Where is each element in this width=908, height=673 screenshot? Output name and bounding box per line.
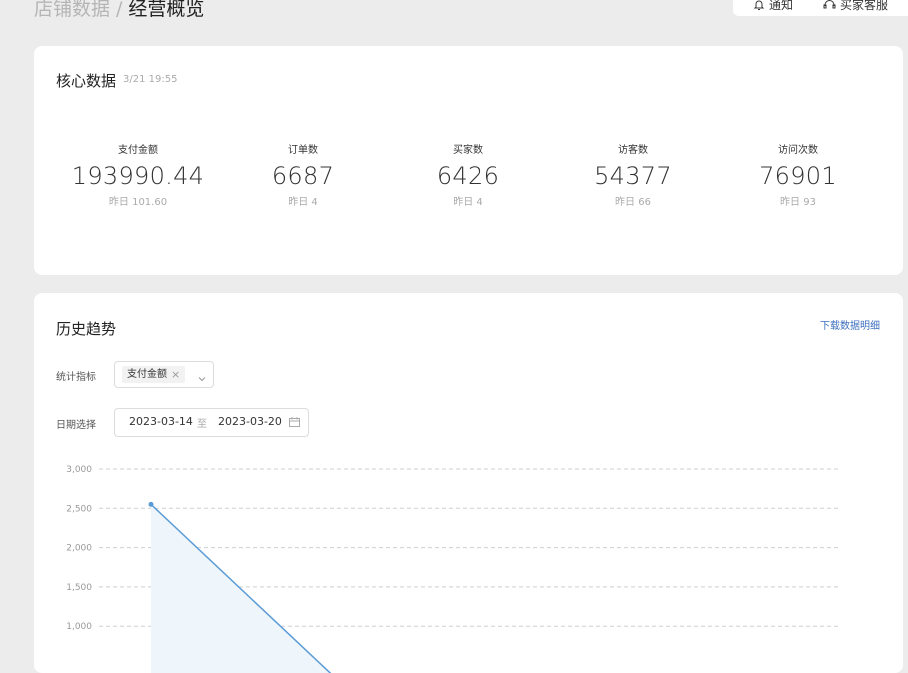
buyer-service-button[interactable]: 买家客服 <box>823 0 888 13</box>
metric-value: 6426 <box>436 162 500 190</box>
indicator-tag: 支付金额 × <box>122 366 186 383</box>
notice-button[interactable]: 通知 <box>753 0 793 13</box>
core-data-card: 核心数据 3/21 19:55 支付金额 193990.44 昨日 101.60… <box>34 46 903 275</box>
y-tick-label: 2,500 <box>66 504 92 514</box>
date-separator: 至 <box>197 419 207 430</box>
calendar-icon[interactable] <box>289 417 300 430</box>
indicator-label: 统计指标 <box>56 372 96 383</box>
metric-order-count: 订单数 6687 昨日 4 <box>223 144 383 210</box>
buyer-service-label: 买家客服 <box>840 0 889 12</box>
indicator-tag-label: 支付金额 <box>127 369 167 380</box>
metric-yesterday: 昨日 93 <box>780 197 816 208</box>
indicator-select[interactable]: 支付金额 × <box>114 361 214 388</box>
metric-buyer-count: 买家数 6426 昨日 4 <box>388 144 548 210</box>
metric-label: 支付金额 <box>118 145 158 156</box>
series-area <box>151 504 331 673</box>
date-start-input[interactable]: 2023-03-14 <box>129 415 193 428</box>
data-point[interactable] <box>148 501 154 507</box>
date-end-input[interactable]: 2023-03-20 <box>218 415 282 428</box>
metric-yesterday: 昨日 101.60 <box>108 197 168 208</box>
notice-label: 通知 <box>769 0 794 12</box>
metric-value: 76901 <box>759 162 837 190</box>
breadcrumb-separator: / <box>116 0 123 20</box>
metric-visitor-count: 访客数 54377 昨日 66 <box>553 144 713 210</box>
metric-value: 6687 <box>271 162 335 190</box>
breadcrumb: 店铺数据 / 经营概览 <box>34 0 204 24</box>
tag-close-icon[interactable]: × <box>171 366 180 383</box>
core-data-title: 核心数据 <box>56 72 117 90</box>
trend-chart: 3,000 2,500 2,000 1,500 1,000 <box>34 453 903 673</box>
metric-payment-amount: 支付金额 193990.44 昨日 101.60 <box>58 144 218 210</box>
y-tick-label: 2,000 <box>66 544 92 554</box>
metric-label: 访问次数 <box>778 145 818 156</box>
metric-label: 访客数 <box>618 145 648 156</box>
history-trend-title: 历史趋势 <box>56 320 117 338</box>
metric-yesterday: 昨日 4 <box>288 197 318 208</box>
date-label: 日期选择 <box>56 420 96 431</box>
metric-label: 买家数 <box>453 145 483 156</box>
page-title: 经营概览 <box>128 0 205 20</box>
metric-visit-count: 访问次数 76901 昨日 93 <box>718 144 878 210</box>
date-range-picker[interactable]: 2023-03-14 至 2023-03-20 <box>114 408 309 437</box>
core-data-timestamp: 3/21 19:55 <box>123 74 178 85</box>
metric-value: 54377 <box>594 162 672 190</box>
headset-icon <box>823 0 836 11</box>
trend-chart-svg: 3,000 2,500 2,000 1,500 1,000 <box>66 465 840 673</box>
download-data-link[interactable]: 下载数据明细 <box>820 317 880 332</box>
bell-icon <box>753 0 765 11</box>
y-tick-label: 3,000 <box>66 465 92 475</box>
metric-yesterday: 昨日 4 <box>453 197 483 208</box>
top-actions: 通知 买家客服 <box>733 0 908 16</box>
y-tick-label: 1,000 <box>66 622 92 632</box>
history-trend-card: 历史趋势 下载数据明细 统计指标 支付金额 × 日期选择 2023-03-14 … <box>34 293 903 673</box>
breadcrumb-parent[interactable]: 店铺数据 <box>34 0 110 20</box>
metric-label: 订单数 <box>288 145 318 156</box>
metric-yesterday: 昨日 66 <box>615 197 651 208</box>
top-bar: 店铺数据 / 经营概览 通知 买家客服 <box>0 0 908 40</box>
chevron-down-icon <box>197 369 207 388</box>
y-tick-label: 1,500 <box>66 583 92 593</box>
metric-value: 193990.44 <box>71 162 205 190</box>
